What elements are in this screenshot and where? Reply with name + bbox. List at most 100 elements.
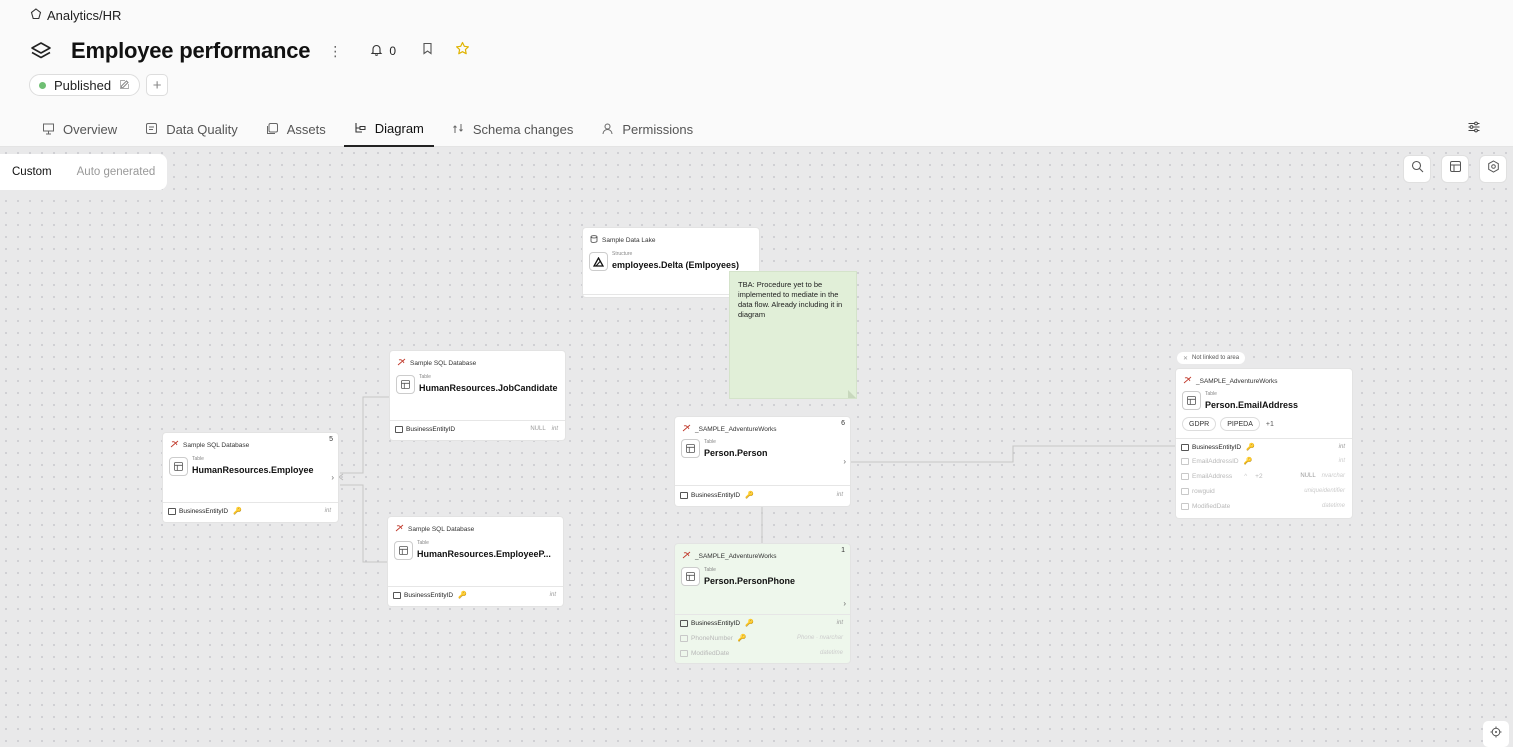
node-kind: Table	[417, 540, 429, 546]
column-icon	[1181, 472, 1189, 480]
column-name: BusinessEntityID	[691, 619, 741, 627]
tab-label: Permissions	[622, 122, 694, 137]
chevron-right-icon[interactable]: ›	[331, 473, 334, 482]
sql-server-icon	[682, 551, 691, 561]
column-icon	[1181, 502, 1189, 510]
bell-icon	[370, 43, 383, 59]
source-name: Sample SQL Database	[410, 359, 477, 367]
star-icon[interactable]	[455, 41, 470, 61]
column-name: rowguid	[1192, 487, 1215, 495]
column-name: BusinessEntityID	[691, 491, 741, 499]
source-name: Sample SQL Database	[183, 441, 250, 449]
column-icon	[680, 619, 688, 627]
column-row[interactable]: ModifiedDate datetime	[680, 647, 843, 659]
node-title: employees.Delta (Emlpoyees)	[612, 260, 740, 270]
node-title: HumanResources.EmployeeP...	[417, 549, 551, 559]
node-employee[interactable]: Sample SQL Database 5 Table HumanResourc…	[163, 433, 338, 522]
node-emailaddress[interactable]: _SAMPLE_AdventureWorks Table Person.Emai…	[1176, 369, 1352, 518]
column-type: int	[1338, 444, 1345, 450]
link-count: 1	[841, 547, 845, 554]
link-count: 6	[841, 420, 845, 427]
source-name: _SAMPLE_AdventureWorks	[1196, 377, 1278, 385]
tab-schema-changes[interactable]: Schema changes	[442, 112, 583, 147]
edit-icon[interactable]	[119, 78, 130, 93]
column-icon	[1181, 457, 1189, 465]
tab-label: Schema changes	[472, 122, 574, 137]
divider	[675, 614, 850, 615]
column-row[interactable]: BusinessEntityID 🔑 int	[680, 489, 843, 501]
column-row[interactable]: EmailAddressID 🔑 int	[1181, 455, 1345, 467]
key-icon: 🔑	[458, 592, 467, 599]
link-count: 5	[329, 436, 333, 443]
tag-gdpr[interactable]: GDPR	[1182, 417, 1217, 431]
breadcrumb-text[interactable]: Analytics/HR	[47, 8, 121, 23]
column-row[interactable]: BusinessEntityID 🔑 int	[680, 617, 843, 629]
chevron-right-icon[interactable]: ›	[843, 457, 846, 466]
edge-person-email	[851, 445, 1175, 463]
column-row[interactable]: BusinessEntityID 🔑 int	[393, 589, 556, 601]
column-name: ModifiedDate	[1192, 502, 1231, 510]
column-row[interactable]: BusinessEntityID 🔑 int	[1181, 441, 1345, 453]
node-source: Sample SQL Database	[395, 524, 474, 534]
bookmark-icon[interactable]	[422, 42, 433, 60]
node-person[interactable]: _SAMPLE_AdventureWorks 6 Table Person.Pe…	[675, 417, 850, 506]
node-kind: Table	[419, 374, 431, 380]
column-row[interactable]: BusinessEntityID 🔑 int	[168, 505, 331, 517]
notifications-button[interactable]: 0	[370, 43, 396, 59]
source-name: _SAMPLE_AdventureWorks	[695, 425, 777, 433]
node-title: HumanResources.JobCandidate	[419, 383, 558, 393]
column-row[interactable]: rowguid uniqueidentifier	[1181, 485, 1345, 497]
node-employeepay[interactable]: Sample SQL Database Table HumanResources…	[388, 517, 563, 606]
node-jobcandidate[interactable]: Sample SQL Database Table HumanResources…	[390, 351, 565, 440]
tab-permissions[interactable]: Permissions	[591, 112, 703, 147]
edge-employee-employeepay	[340, 484, 387, 563]
key-icon: 🔑	[737, 635, 747, 642]
badge-text: Not linked to area	[1192, 355, 1240, 361]
add-button[interactable]: +	[146, 74, 169, 96]
column-row[interactable]: EmailAddress ^ +2 NULL nvarchar	[1181, 470, 1345, 482]
crosshair-icon	[1490, 725, 1502, 743]
chevron-right-icon[interactable]: ›	[843, 599, 846, 608]
column-row[interactable]: BusinessEntityID NULL int	[395, 423, 558, 435]
node-personphone[interactable]: _SAMPLE_AdventureWorks 1 Table Person.Pe…	[675, 544, 850, 663]
node-source: _SAMPLE_AdventureWorks	[682, 424, 777, 434]
assets-icon	[266, 122, 279, 138]
tag-pipeda[interactable]: PIPEDA	[1220, 417, 1260, 431]
status-badge[interactable]: Published	[29, 74, 141, 96]
tab-assets[interactable]: Assets	[256, 112, 336, 147]
column-type: int	[836, 620, 843, 626]
tab-data-quality[interactable]: Data Quality	[135, 112, 248, 147]
sliders-icon[interactable]	[1467, 120, 1481, 139]
tab-overview[interactable]: Overview	[32, 112, 127, 147]
column-name: EmailAddress	[1192, 472, 1233, 480]
breadcrumb[interactable]: Analytics/HR	[30, 8, 121, 23]
sticky-note[interactable]: TBA: Procedure yet to be implemented to …	[730, 272, 856, 398]
column-icon	[1181, 487, 1189, 495]
table-icon	[681, 439, 700, 458]
chevron-up-icon: ^	[1244, 472, 1248, 480]
sql-server-icon	[1183, 376, 1192, 386]
node-kind: Table	[704, 439, 716, 445]
diagram-icon	[354, 121, 367, 137]
tag-list: GDPR PIPEDA +1	[1182, 417, 1274, 431]
node-kind: Table	[704, 567, 716, 573]
diagram-canvas[interactable]: Custom Auto generated Sample Data Lake S…	[0, 147, 1513, 747]
tab-label: Data Quality	[166, 122, 238, 137]
key-icon: 🔑	[233, 508, 242, 515]
column-nullable: NULL	[530, 426, 546, 432]
column-name: BusinessEntityID	[1192, 443, 1242, 451]
column-type: Phone · nvarchar	[796, 635, 843, 641]
column-row[interactable]: ModifiedDate datetime	[1181, 500, 1345, 512]
tag-more[interactable]: +1	[1266, 421, 1274, 428]
source-name: Sample Data Lake	[602, 236, 656, 244]
tab-diagram[interactable]: Diagram	[343, 112, 434, 147]
column-row[interactable]: PhoneNumber 🔑 Phone · nvarchar	[680, 632, 843, 644]
column-icon	[393, 591, 401, 599]
column-name: ModifiedDate	[691, 649, 730, 657]
key-icon: 🔑	[1243, 458, 1253, 465]
note-text: TBA: Procedure yet to be implemented to …	[738, 280, 843, 319]
column-icon	[680, 634, 688, 642]
more-options-icon[interactable]: ⋮	[328, 44, 342, 58]
close-icon: ✕	[1183, 355, 1189, 362]
recenter-button[interactable]	[1483, 721, 1509, 747]
